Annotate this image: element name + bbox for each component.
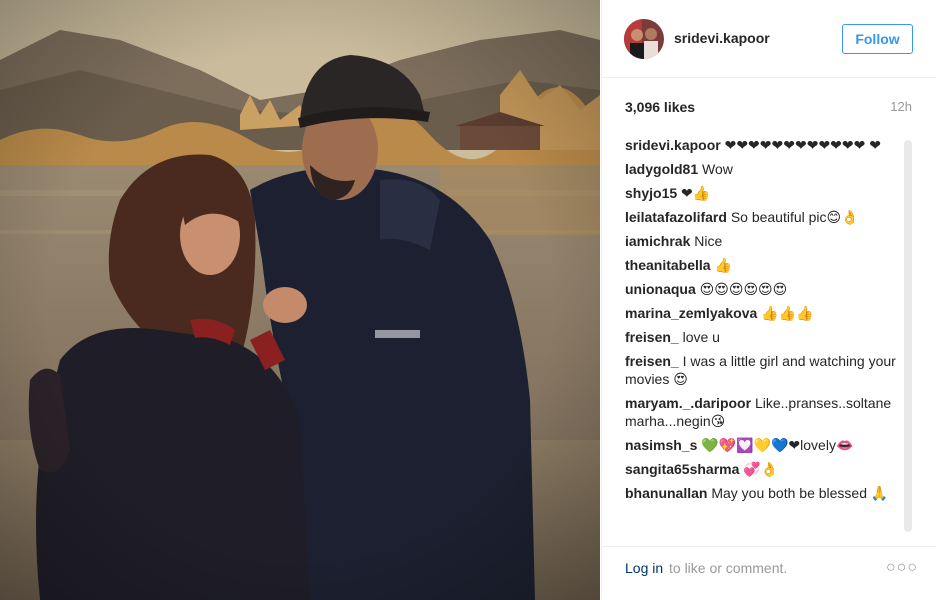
comment-username[interactable]: iamichrak [625,233,690,249]
comment-item: nasimsh_s 💚💖💟💛💙❤lovely👄 [625,436,900,454]
comment-username[interactable]: sridevi.kapoor [625,137,721,153]
more-options-icon[interactable]: ○○○ [886,559,918,577]
comment-username[interactable]: theanitabella [625,257,711,273]
comments-list[interactable]: sridevi.kapoor ❤❤❤❤❤❤❤❤❤❤❤❤ ❤ ladygold81 … [625,136,900,538]
post-footer: Log in to like or comment. ○○○ [602,546,936,600]
comment-username[interactable]: leilatafazolifard [625,209,727,225]
comment-text: love u [682,329,720,345]
comment-username[interactable]: marina_zemlyakova [625,305,757,321]
comment-username[interactable]: shyjo15 [625,185,677,201]
comment-item: shyjo15 ❤👍 [625,184,900,202]
comment-username[interactable]: sangita65sharma [625,461,739,477]
post-photo [0,0,600,600]
comment-item: iamichrak Nice [625,232,900,250]
comment-item: leilatafazolifard So beautiful pic😊👌 [625,208,900,226]
comment-item: sangita65sharma 💞👌 [625,460,900,478]
comment-text: ❤👍 [681,185,711,201]
comment-username[interactable]: freisen_ [625,329,679,345]
comment-item: marina_zemlyakova 👍👍👍 [625,304,900,322]
comment-text: Nice [694,233,723,249]
comment-item: ladygold81 Wow [625,160,900,178]
comment-text: 😍😍😍😍😍😍 [699,281,788,297]
comment-item: bhanunallan May you both be blessed 🙏 [625,484,900,502]
comment-item: theanitabella 👍 [625,256,900,274]
comment-text: 👍 [714,257,732,273]
comments-scrollbar[interactable] [904,140,912,532]
comment-username[interactable]: freisen_ [625,353,679,369]
post-header: sridevi.kapoor Follow [602,0,936,78]
login-prompt-text: to like or comment. [669,560,788,576]
post-side-panel: sridevi.kapoor Follow 3,096 likes 12h sr… [601,0,936,600]
comment-username[interactable]: nasimsh_s [625,437,697,453]
comment-text: 👍👍👍 [761,305,814,321]
comment-text: 💞👌 [743,461,779,477]
comment-item: unionaqua 😍😍😍😍😍😍 [625,280,900,298]
comment-item: freisen_ love u [625,328,900,346]
comment-item: sridevi.kapoor ❤❤❤❤❤❤❤❤❤❤❤❤ ❤ [625,136,900,154]
comment-username[interactable]: bhanunallan [625,485,707,501]
comment-username[interactable]: unionaqua [625,281,696,297]
comment-item: freisen_ I was a little girl and watchin… [625,352,900,388]
avatar[interactable] [624,19,664,59]
comment-username[interactable]: maryam._.daripoor [625,395,751,411]
follow-button[interactable]: Follow [842,24,913,54]
comment-username[interactable]: ladygold81 [625,161,698,177]
comment-text: 💚💖💟💛💙❤lovely👄 [701,437,854,453]
login-link[interactable]: Log in [625,560,663,576]
comment-item: maryam._.daripoor Like..pranses..soltane… [625,394,900,430]
comment-text: ❤❤❤❤❤❤❤❤❤❤❤❤ ❤ [724,137,881,153]
post-username[interactable]: sridevi.kapoor [674,30,770,46]
comment-text: Wow [702,161,733,177]
likes-count[interactable]: 3,096 likes [625,99,695,115]
comment-text: May you both be blessed 🙏 [711,485,889,501]
comment-text: So beautiful pic😊👌 [730,209,859,225]
post-timestamp: 12h [890,99,912,114]
